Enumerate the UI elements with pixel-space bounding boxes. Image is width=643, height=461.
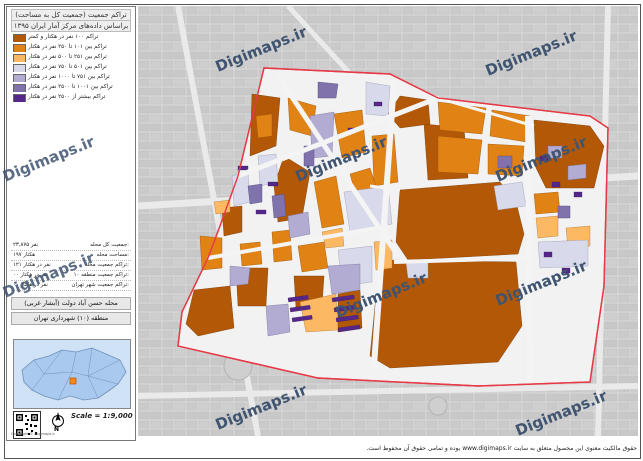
legend-label: تراکم ۱۰۰ نفر در هکتار و کمتر	[28, 34, 99, 40]
legend-label: تراکم بین ۷۵۱ تا ۱۰۰۰ نفر در هکتار	[28, 74, 110, 80]
legend-label: تراکم بین ۵۰۱ تا ۷۵۰ نفر در هکتار	[28, 64, 107, 70]
legend-item: تراکم بین ۱۰۱ تا ۲۵۰ نفر در هکتار	[11, 43, 131, 52]
stat-row: جمعیت کل محله: ۲۳,۸۷۵ نفر	[11, 241, 131, 251]
legend-label: تراکم بین ۲۵۱ تا ۵۰۰ نفر در هکتار	[28, 54, 107, 60]
stat-value: ۲۳,۸۷۵ نفر	[13, 242, 39, 248]
legend-label: تراکم بیشتر از ۲۵۰۰ نفر در هکتار	[28, 94, 106, 100]
legend-swatch	[13, 34, 26, 42]
legend-swatch	[13, 64, 26, 72]
legend-label: تراکم بین ۱۰۰۱ تا ۲۵۰۰ نفر در هکتار	[28, 84, 113, 90]
district-name: منطقه (۱۰) شهرداری تهران	[11, 312, 131, 325]
legend-panel: تراکم جمعیت (جمعیت کل به مساحت) براساس د…	[6, 6, 136, 441]
legend-swatch	[13, 74, 26, 82]
legend-label: تراکم بین ۱۰۱ تا ۲۵۰ نفر در هکتار	[28, 44, 107, 50]
neighborhood-name: محله حسن آباد دولت (آبشار غربی)	[11, 297, 131, 310]
stat-key: تراکم جمعیت منطقه ۱۰:	[73, 272, 129, 278]
legend-item: تراکم ۱۰۰ نفر در هکتار و کمتر	[11, 33, 131, 42]
legend-item: تراکم بین ۷۵۱ تا ۱۰۰۰ نفر در هکتار	[11, 73, 131, 82]
legend-item: تراکم بین ۵۰۱ تا ۷۵۰ نفر در هکتار	[11, 63, 131, 72]
map-canvas[interactable]: Digimaps.ir Digimaps.ir Digimaps.ir Digi…	[138, 6, 638, 436]
map-scale: Scale = 1:9,000	[71, 412, 133, 420]
map-svg: Digimaps.ir Digimaps.ir Digimaps.ir Digi…	[138, 6, 638, 436]
stat-key: جمعیت کل محله:	[90, 242, 129, 248]
legend-item: تراکم بین ۲۵۱ تا ۵۰۰ نفر در هکتار	[11, 53, 131, 62]
tehran-inset-map	[13, 339, 131, 409]
stat-value: ۱۹۷ هکتار	[13, 252, 36, 258]
stat-key: مساحت محله:	[96, 252, 129, 258]
legend-item: تراکم بین ۱۰۰۱ تا ۲۵۰۰ نفر در هکتار	[11, 83, 131, 92]
stat-key: تراکم جمعیت شهر تهران:	[71, 282, 129, 288]
credit-text: Copyright © Digimaps.ir	[11, 432, 55, 436]
footer-copyright: حقوق مالکیت معنوی این محصول متعلق به سای…	[366, 445, 637, 452]
legend-swatch	[13, 84, 26, 92]
legend-swatch	[13, 94, 26, 102]
legend-swatch	[13, 44, 26, 52]
legend-swatch	[13, 54, 26, 62]
neighborhood-highlight	[69, 377, 77, 385]
legend-item: تراکم بیشتر از ۲۵۰۰ نفر در هکتار	[11, 93, 131, 102]
legend-subtitle: براساس داده‌های مرکز آمار ایران ۱۳۹۵	[11, 20, 131, 32]
